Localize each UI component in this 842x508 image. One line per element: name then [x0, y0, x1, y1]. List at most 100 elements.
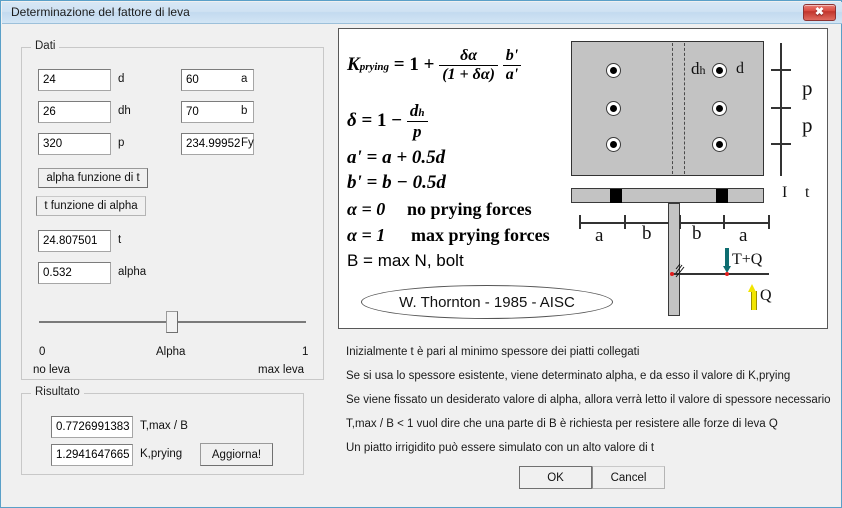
formula-alpha-zero: α = 0 [347, 199, 385, 220]
formula-delta: δ = 1 − dh p [347, 101, 428, 142]
aggiorna-button[interactable]: Aggiorna! [200, 443, 273, 466]
label-t: t [118, 234, 121, 246]
alpha-slider-thumb[interactable] [166, 311, 178, 333]
label-d-diagram: d [736, 60, 744, 78]
field-dh[interactable]: 26 [38, 101, 111, 123]
label-dh-diagram: dh [691, 59, 706, 79]
label-k-prying: K,prying [140, 448, 182, 460]
close-icon: ✖ [815, 7, 824, 18]
note-line-1: Inizialmente t è pari al minimo spessore… [346, 346, 639, 358]
label-b: b [241, 105, 247, 117]
cancel-button[interactable]: Cancel [592, 466, 665, 489]
bolt-right-2 [712, 101, 727, 116]
ok-button[interactable]: OK [519, 466, 592, 489]
pitch-dim-vline [780, 43, 782, 176]
formula-alpha-one: α = 1 [347, 225, 385, 246]
formula-k-subscript: prying [360, 61, 389, 73]
force-baseline [671, 273, 769, 275]
label-p1: p [802, 76, 813, 101]
reference-badge: W. Thornton - 1985 - AISC [361, 285, 613, 319]
label-a: a [241, 73, 247, 85]
bolt-left-3 [606, 137, 621, 152]
formula-f1-num2: b' [503, 47, 521, 65]
slider-min-value: 0 [39, 346, 45, 358]
force-node-left [670, 272, 674, 276]
label-fy: Fy [241, 137, 254, 149]
note-line-2: Se si usa lo spessore esistente, viene d… [346, 370, 790, 382]
dim-tick-l2 [624, 215, 626, 229]
q-arrow-head [748, 284, 756, 292]
dim-tick-r1 [679, 215, 681, 229]
pitch-tick-2 [771, 107, 791, 109]
pitch-tick-1 [771, 69, 791, 71]
slider-max-value: 1 [302, 346, 308, 358]
field-alpha[interactable]: 0.532 [38, 262, 111, 284]
label-t-diagram: t [805, 184, 809, 202]
formula-k-lhs: K [347, 54, 360, 75]
formula-a-prime: a' = a + 0.5d [347, 147, 445, 169]
formula-f1-den2: a' [503, 65, 521, 84]
label-tmax-over-b: T,max / B [140, 420, 188, 432]
flange-bolt-right [716, 189, 728, 203]
label-p2: p [802, 113, 813, 138]
formula-b-prime: b' = b − 0.5d [347, 172, 446, 194]
dim-tick-r2 [723, 215, 725, 229]
bolt-left-1 [606, 63, 621, 78]
formula-alpha-one-text: max prying forces [411, 225, 550, 246]
label-tq: T+Q [732, 251, 762, 269]
title-bar: Determinazione del fattore di leva ✖ [2, 2, 842, 24]
field-k-prying[interactable]: 1.2941647665 [51, 444, 133, 466]
label-b-left: b [642, 223, 652, 245]
label-p: p [118, 137, 124, 149]
flange-bolt-left [610, 189, 622, 203]
dim-tick-r3 [768, 215, 770, 229]
field-d[interactable]: 24 [38, 69, 111, 91]
t-funzione-di-alpha-button[interactable]: t funzione di alpha [36, 196, 146, 216]
alpha-funzione-di-t-button[interactable]: alpha funzione di t [38, 168, 148, 188]
note-line-4: T,max / B < 1 vuol dire che una parte di… [346, 418, 778, 430]
formula-delta-eq: = 1 − [361, 110, 402, 131]
risultato-legend: Risultato [31, 386, 84, 398]
tq-arrow-shaft [725, 248, 729, 268]
note-line-3: Se viene fissato un desiderato valore di… [346, 394, 831, 406]
formula-alpha-zero-text: no prying forces [407, 199, 532, 220]
bolt-right-1 [712, 63, 727, 78]
formula-delta-num: dh [407, 101, 428, 121]
field-tmax-over-b[interactable]: 0.7726991383 [51, 416, 133, 438]
bolt-right-3 [712, 137, 727, 152]
close-window-button[interactable]: ✖ [803, 4, 836, 21]
formula-k-eq: = 1 + [394, 54, 435, 75]
centerline-right [684, 43, 685, 174]
dati-legend: Dati [31, 40, 59, 52]
label-alpha: alpha [118, 266, 146, 278]
diagram-panel: Kprying = 1 + δα (1 + δα) b' a' δ = 1 − … [338, 28, 828, 329]
formula-delta-lhs: δ [347, 110, 357, 131]
thickness-tick: I [782, 184, 787, 202]
formula-delta-den: p [407, 121, 428, 142]
field-p[interactable]: 320 [38, 133, 111, 155]
slider-max-caption: max leva [258, 364, 304, 376]
label-a-right: a [739, 225, 747, 247]
note-line-5: Un piatto irrigidito può essere simulato… [346, 442, 654, 454]
tee-flange [571, 188, 764, 203]
centerline-left [672, 43, 673, 174]
formula-f1-den1: (1 + δα) [439, 65, 498, 84]
dim-tick-l1 [579, 215, 581, 229]
support-hatch [675, 263, 685, 279]
slider-center-label: Alpha [156, 346, 185, 358]
label-b-right: b [692, 223, 702, 245]
field-t[interactable]: 24.807501 [38, 230, 111, 252]
label-a-left: a [595, 225, 603, 247]
label-d: d [118, 73, 124, 85]
label-dh: dh [118, 105, 131, 117]
force-node-center [725, 272, 729, 276]
formula-f1-num1: δα [439, 47, 498, 65]
dialog-window: Determinazione del fattore di leva ✖ Dat… [0, 0, 842, 508]
q-arrow-shaft [751, 291, 757, 310]
slider-min-caption: no leva [33, 364, 70, 376]
pitch-tick-3 [771, 143, 791, 145]
window-title: Determinazione del fattore di leva [11, 5, 190, 19]
bolt-left-2 [606, 101, 621, 116]
label-q: Q [760, 287, 772, 305]
formula-k-prying: Kprying = 1 + δα (1 + δα) b' a' [347, 47, 521, 84]
